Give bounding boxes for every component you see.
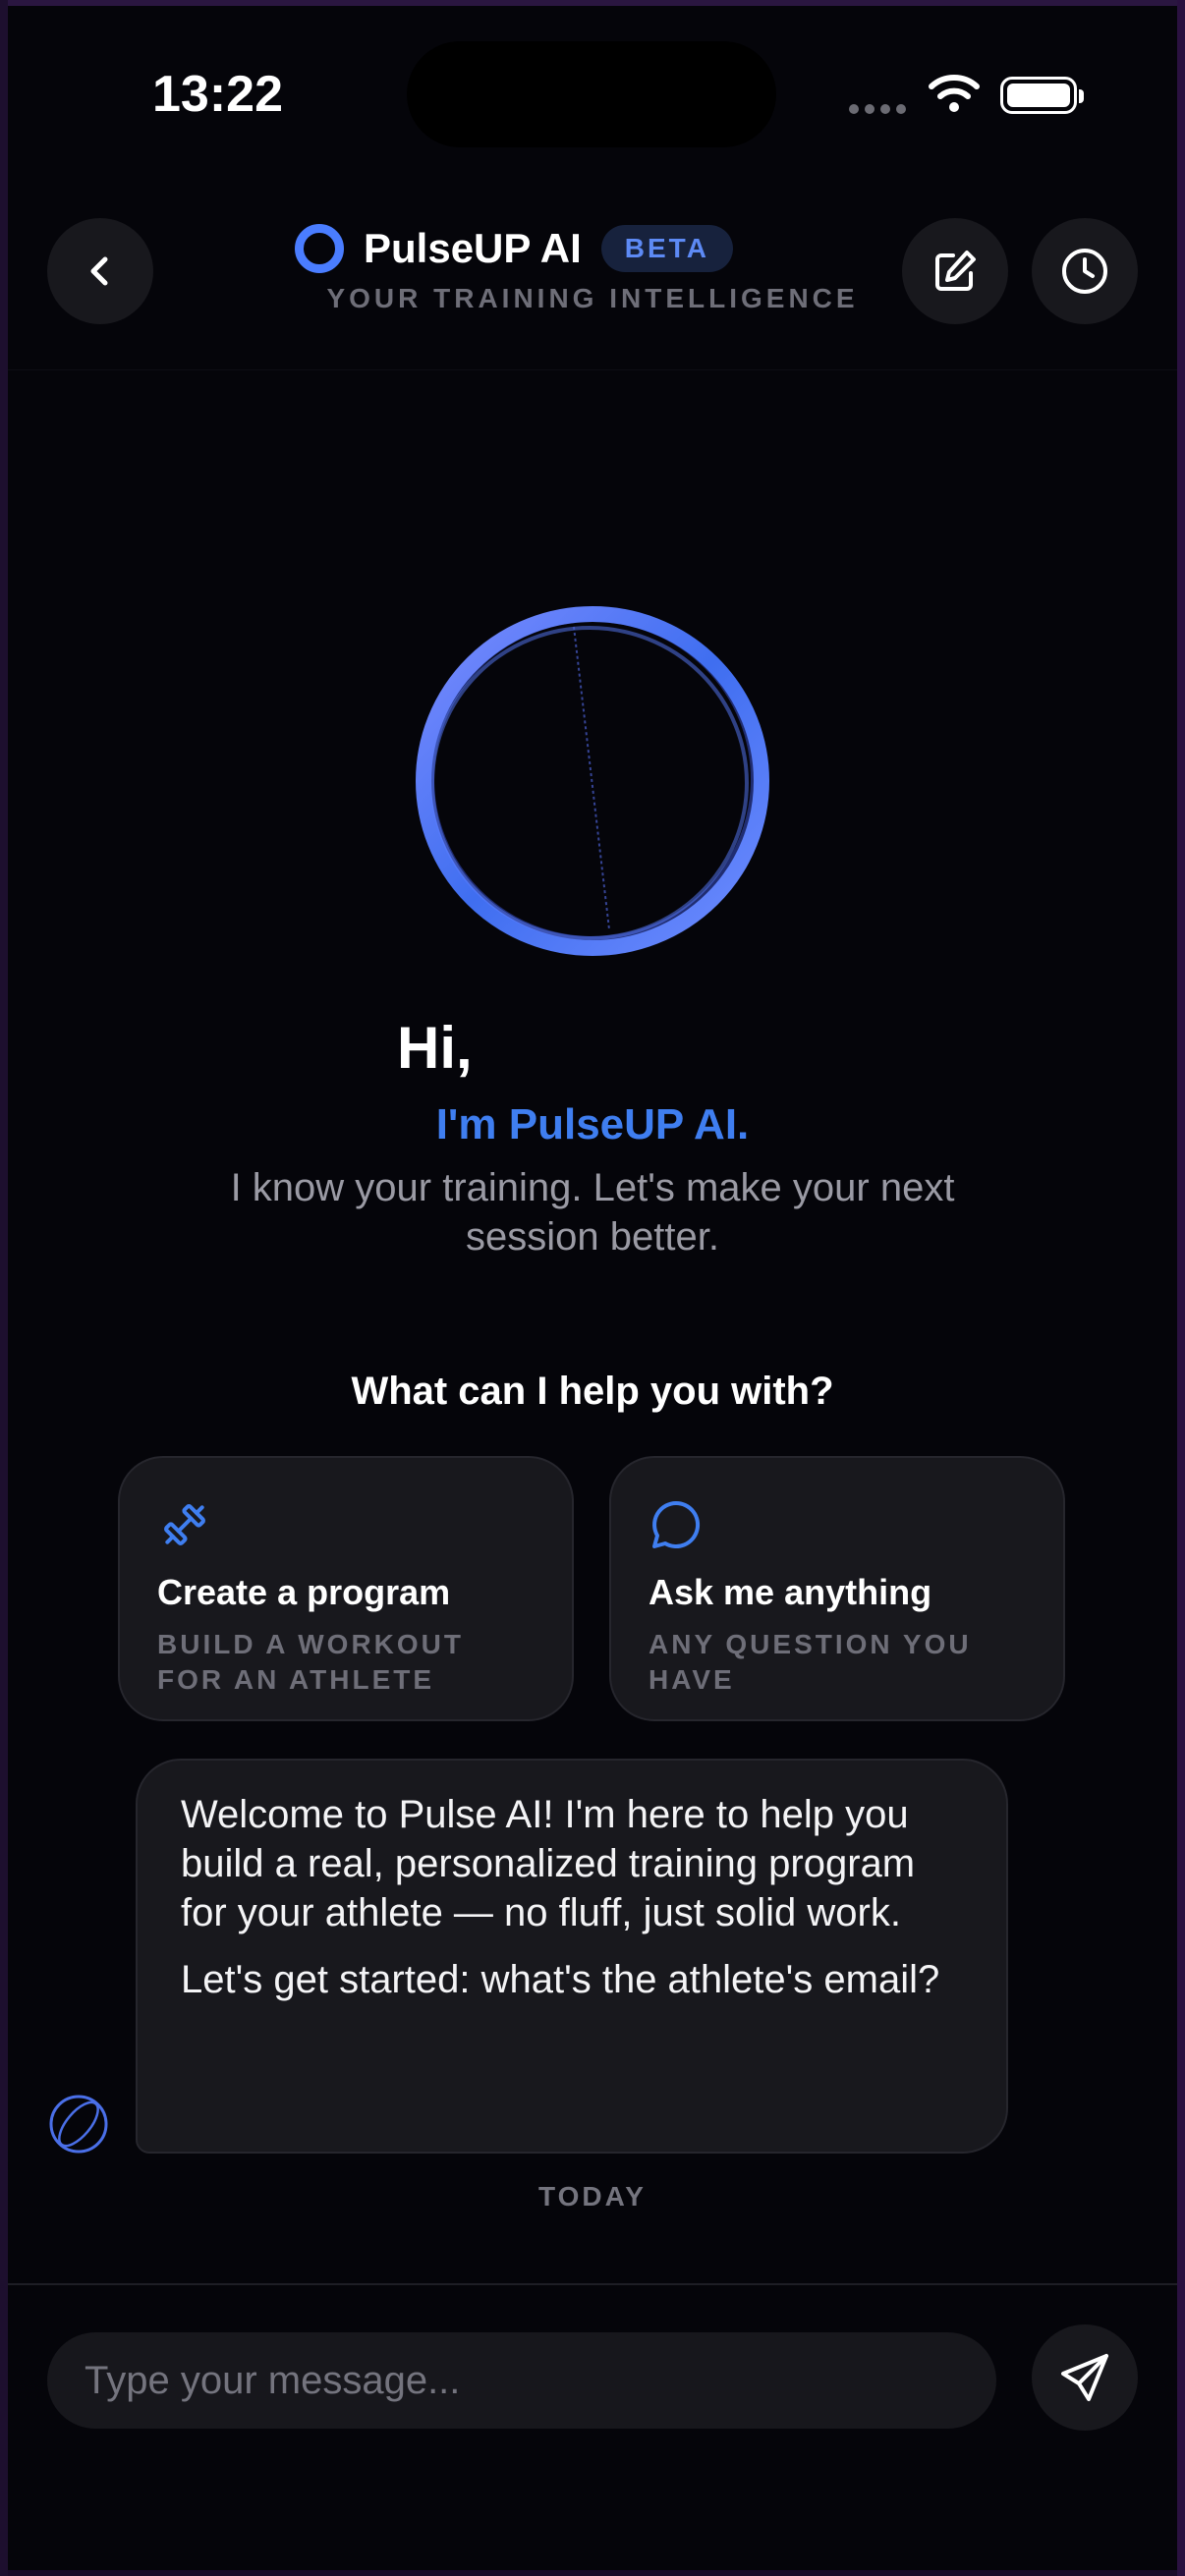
- send-button[interactable]: [1032, 2324, 1138, 2431]
- card-subtitle: BUILD A WORKOUT FOR AN ATHLETE: [157, 1629, 464, 1695]
- card-title: Ask me anything: [649, 1572, 932, 1612]
- card-title: Create a program: [157, 1572, 451, 1612]
- intro-subtitle: I know your training. Let's make your ne…: [230, 1166, 955, 1259]
- composer-divider: [8, 2283, 1177, 2285]
- clock-icon: [1062, 249, 1107, 294]
- create-program-card[interactable]: Create a program BUILD A WORKOUT FOR AN …: [118, 1456, 574, 1721]
- dumbbell-icon: [164, 1504, 205, 1545]
- dynamic-island: [407, 41, 776, 147]
- new-chat-button[interactable]: [902, 218, 1008, 324]
- edit-icon: [935, 251, 976, 291]
- chat-bubble-icon: [652, 1500, 701, 1548]
- pulse-logo-icon: [295, 224, 344, 273]
- header-title: PulseUP AI BETA: [295, 224, 733, 273]
- help-title: What can I help you with?: [351, 1370, 834, 1413]
- assistant-message: Welcome to Pulse AI! I'm here to help yo…: [136, 1759, 1008, 2154]
- day-separator: TODAY: [538, 2181, 647, 2212]
- header-tagline: YOUR TRAINING INTELLIGENCE: [326, 283, 859, 313]
- wifi-icon: [929, 75, 980, 112]
- intro-text: I'm PulseUP AI.: [435, 1100, 750, 1148]
- message-paragraph: Welcome to Pulse AI! I'm here to help yo…: [181, 1793, 916, 1934]
- battery-icon: [1000, 77, 1084, 114]
- send-icon: [1061, 2354, 1108, 2401]
- history-button[interactable]: [1032, 218, 1138, 324]
- message-input[interactable]: [47, 2332, 996, 2429]
- card-subtitle: ANY QUESTION YOU HAVE: [649, 1629, 972, 1695]
- assistant-avatar-icon: [49, 2095, 108, 2154]
- status-time: 13:22: [152, 66, 283, 123]
- header-divider: [8, 369, 1177, 370]
- cellular-signal-icon: [849, 104, 906, 114]
- ai-orb-icon: [416, 606, 769, 956]
- app-name: PulseUP AI: [364, 225, 582, 271]
- beta-badge: BETA: [600, 225, 733, 272]
- ask-anything-card[interactable]: Ask me anything ANY QUESTION YOU HAVE: [609, 1456, 1065, 1721]
- greeting-text: Hi,: [397, 1015, 473, 1081]
- message-paragraph: Let's get started: what's the athlete's …: [181, 1958, 940, 2001]
